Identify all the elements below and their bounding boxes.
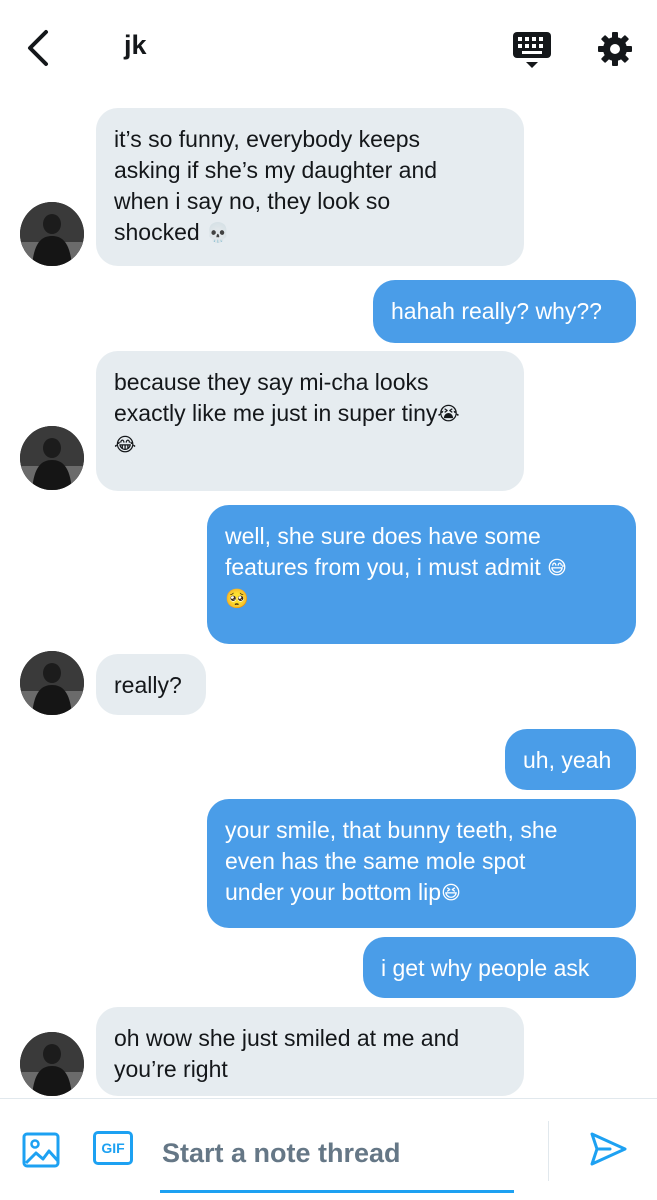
laughing-tears-emoji: 😂 — [114, 434, 137, 456]
avatar[interactable] — [20, 426, 84, 490]
message-line: really? — [114, 672, 182, 698]
message-line: because they say mi-cha looks — [114, 369, 429, 395]
pleading-face-emoji: 🥺 — [225, 588, 249, 610]
message-line: exactly like me just in super tiny — [114, 400, 438, 426]
avatar[interactable] — [20, 651, 84, 715]
message-line: uh, yeah — [523, 747, 612, 773]
message-line: you’re right — [114, 1056, 228, 1082]
profile-photo-icon — [20, 202, 84, 266]
keyboard-button[interactable] — [510, 28, 554, 72]
outgoing-message-bubble[interactable]: your smile, that bunny teeth, she even h… — [207, 799, 636, 928]
outgoing-message-bubble[interactable]: well, she sure does have some features f… — [207, 505, 636, 644]
conversation-title[interactable]: jk — [124, 30, 147, 61]
incoming-message-bubble[interactable]: because they say mi-cha looks exactly li… — [96, 351, 524, 491]
incoming-message-bubble[interactable]: oh wow she just smiled at me and you’re … — [96, 1007, 524, 1096]
profile-photo-icon — [20, 1032, 84, 1096]
outgoing-message-bubble[interactable]: hahah really? why?? — [373, 280, 636, 343]
message-line: when i say no, they look so — [114, 188, 391, 214]
sweat-smile-emoji: 😅 — [547, 557, 567, 579]
gear-icon — [598, 32, 632, 66]
message-line: oh wow she just smiled at me and — [114, 1025, 460, 1051]
grinning-squint-emoji: 😆 — [441, 882, 461, 904]
outgoing-message-bubble[interactable]: i get why people ask — [363, 937, 636, 998]
message-line: shocked — [114, 219, 200, 245]
message-line: hahah really? why?? — [391, 298, 602, 324]
incoming-message-bubble[interactable]: really? — [96, 654, 206, 715]
message-composer: GIF — [0, 1098, 657, 1200]
send-icon — [590, 1132, 627, 1166]
dm-conversation-screen: jk it’s so funny, everybody keeps asking… — [0, 0, 657, 1200]
message-line: well, she sure does have some — [225, 523, 541, 549]
chevron-left-icon — [28, 30, 48, 66]
profile-photo-icon — [20, 426, 84, 490]
incoming-message-bubble[interactable]: it’s so funny, everybody keeps asking if… — [96, 108, 524, 266]
send-button[interactable] — [588, 1129, 628, 1169]
message-line: under your bottom lip — [225, 879, 442, 905]
add-image-button[interactable] — [22, 1131, 60, 1169]
message-line: your smile, that bunny teeth, she — [225, 817, 558, 843]
skull-emoji: 💀 — [206, 222, 230, 244]
message-line: even has the same mole spot — [225, 848, 526, 874]
avatar[interactable] — [20, 1032, 84, 1096]
crying-emoji: 😭 — [437, 403, 460, 425]
message-line: i get why people ask — [381, 955, 590, 981]
keyboard-icon — [513, 32, 551, 68]
image-icon — [22, 1132, 60, 1168]
conversation-header: jk — [0, 0, 657, 96]
gif-button[interactable]: GIF — [93, 1131, 133, 1165]
settings-button[interactable] — [596, 30, 634, 68]
profile-photo-icon — [20, 651, 84, 715]
message-input[interactable] — [160, 1121, 514, 1193]
back-button[interactable] — [22, 28, 58, 68]
composer-divider — [548, 1121, 549, 1181]
avatar[interactable] — [20, 202, 84, 266]
message-line: it’s so funny, everybody keeps — [114, 126, 420, 152]
outgoing-message-bubble[interactable]: uh, yeah — [505, 729, 636, 790]
message-line: asking if she’s my daughter and — [114, 157, 438, 183]
message-line: features from you, i must admit — [225, 554, 541, 580]
